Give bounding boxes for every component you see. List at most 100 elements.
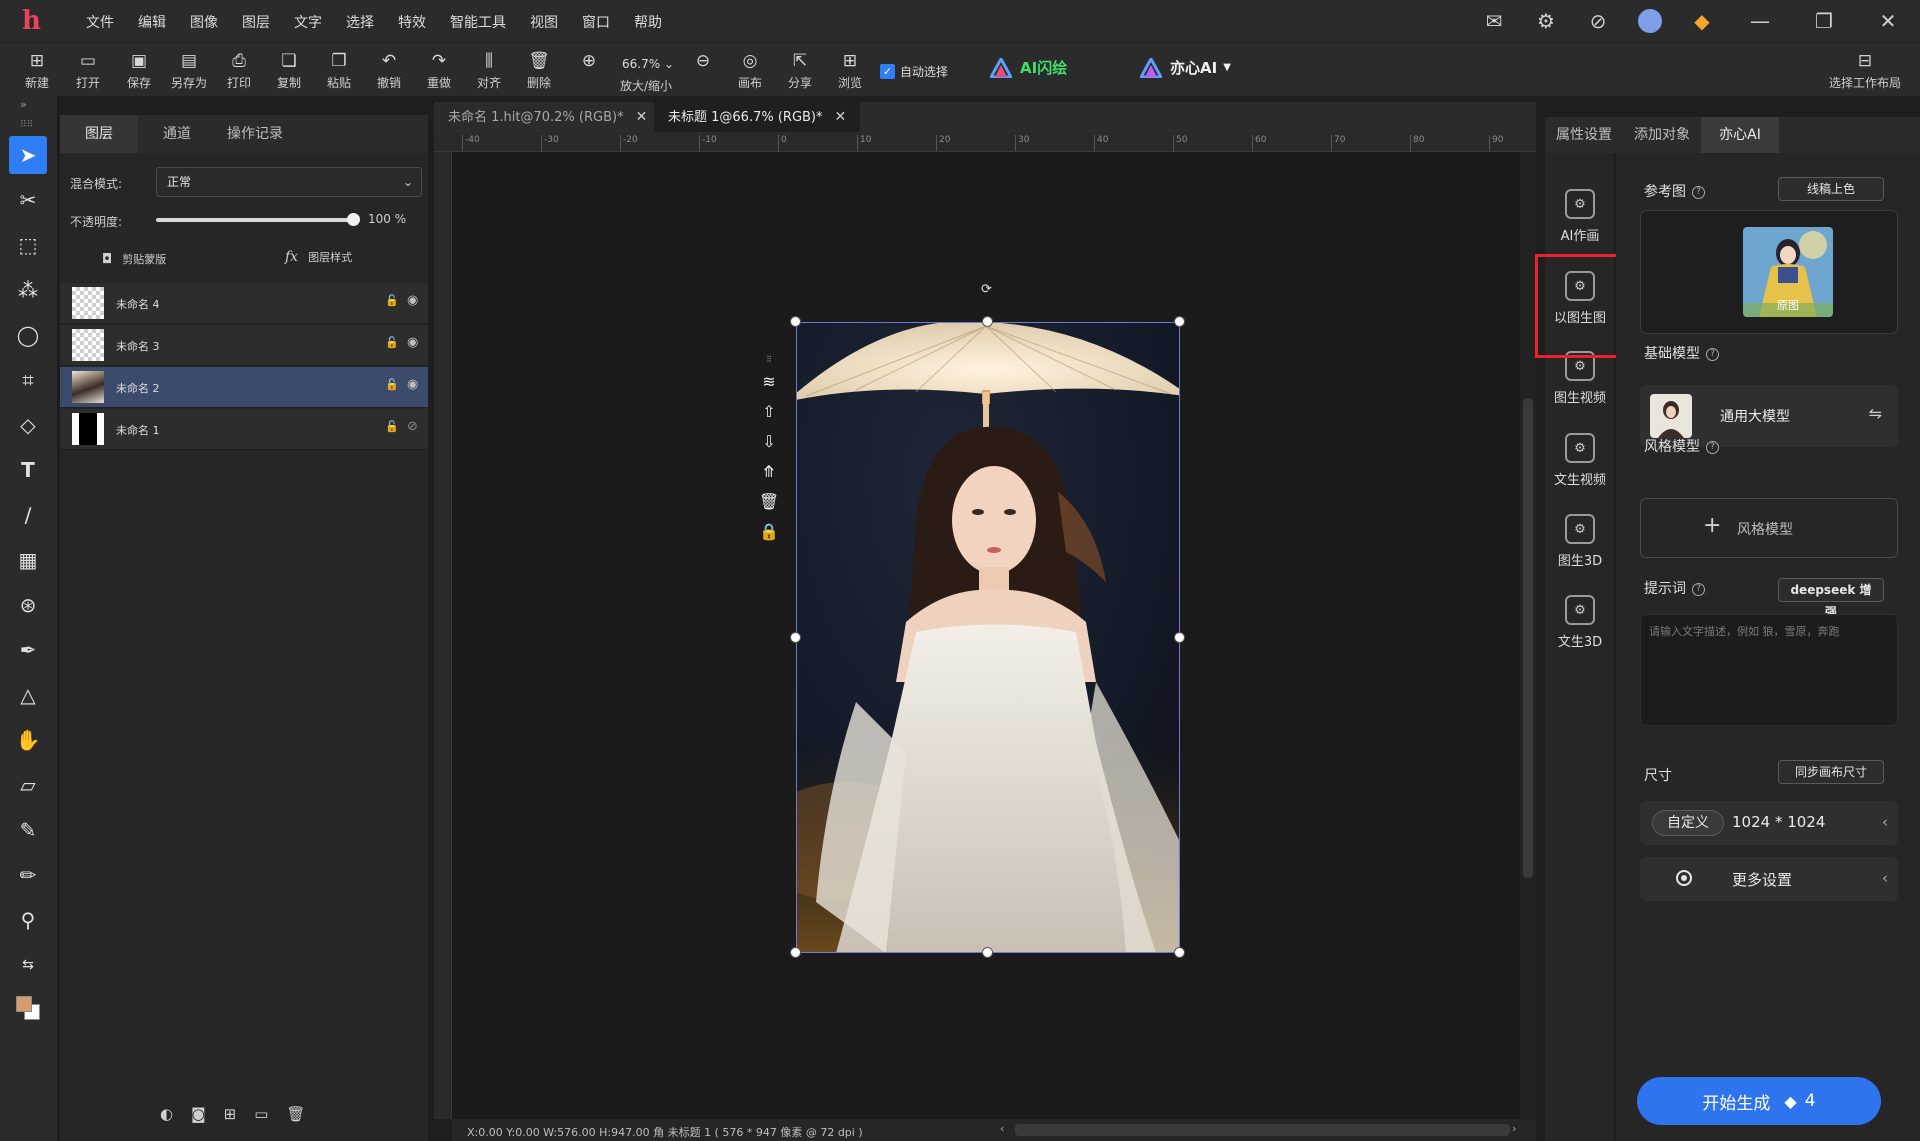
drag-handle-icon[interactable]: ⠿⠿ [20, 120, 33, 130]
print-button[interactable]: ⎙ 打印 [214, 43, 264, 97]
menu-help[interactable]: 帮助 [622, 0, 674, 42]
layer-row-2[interactable]: 未命名 2 🔓 ◉ [60, 367, 428, 408]
crop-tool-icon[interactable]: ⌗ [9, 361, 47, 399]
shape-tool-icon[interactable]: △ [9, 676, 47, 714]
restore-icon[interactable]: ❐ [1792, 0, 1856, 42]
expand-icon[interactable]: » [20, 98, 27, 111]
align-button[interactable]: ⫼ 对齐 [464, 43, 514, 97]
trash-icon[interactable]: 🗑 [286, 1105, 305, 1123]
menu-image[interactable]: 图像 [178, 0, 230, 42]
yixin-ai-dropdown[interactable]: 亦心AI ▼ [1140, 57, 1231, 78]
menu-text[interactable]: 文字 [282, 0, 334, 42]
artboard-tool-icon[interactable]: ✂ [9, 181, 47, 219]
add-style-model-button[interactable]: + 风格模型 [1640, 498, 1898, 558]
ai-painting-button[interactable]: ⚙ AI作画 [1545, 181, 1615, 259]
menu-select[interactable]: 选择 [334, 0, 386, 42]
clip-mask-button[interactable]: ◘ 剪贴蒙版 [102, 251, 166, 267]
size-selector[interactable]: 自定义 1024 * 1024 ‹ [1640, 801, 1898, 845]
menu-file[interactable]: 文件 [74, 0, 126, 42]
vip-gem-icon[interactable]: ◆ [1676, 0, 1728, 42]
new-layer-icon[interactable]: ⊞ [224, 1105, 237, 1123]
fill-tool-icon[interactable]: ◇ [9, 406, 47, 444]
new-button[interactable]: ⊞ 新建 [12, 43, 62, 97]
menu-effects[interactable]: 特效 [386, 0, 438, 42]
healing-tool-icon[interactable]: ✎ [9, 811, 47, 849]
vertical-scrollbar-thumb[interactable] [1523, 398, 1533, 878]
close-tab-icon[interactable]: ✕ [636, 109, 648, 125]
zoom-in-button[interactable]: ⊕ [564, 43, 614, 97]
prompt-input[interactable]: 请输入文字描述，例如 狼，雪原，奔跑 [1640, 614, 1898, 726]
ai-flash-button[interactable]: AI闪绘 [990, 57, 1067, 78]
horizontal-scrollbar-thumb[interactable] [1015, 1124, 1510, 1136]
zoom-value[interactable]: 66.7% ⌄ [622, 57, 674, 71]
pen-tool-icon[interactable]: ✒ [9, 631, 47, 669]
bring-forward-icon[interactable]: ⇧ [762, 396, 775, 426]
lock-icon[interactable]: 🔓 [385, 336, 399, 349]
menu-edit[interactable]: 编辑 [126, 0, 178, 42]
tab-history[interactable]: 操作记录 [216, 115, 294, 153]
rotate-handle-icon[interactable]: ⟳ [981, 282, 992, 297]
visibility-eye-icon[interactable]: ◉ [407, 293, 418, 308]
save-as-button[interactable]: ▤ 另存为 [164, 43, 214, 97]
document-tab[interactable]: 未命名 1.hit@70.2% (RGB)* ✕ [434, 102, 661, 132]
reference-image-card[interactable]: 原图 [1640, 210, 1898, 334]
compass-icon[interactable]: ⊘ [1572, 0, 1624, 42]
text-to-video-button[interactable]: ⚙ 文生视频 [1545, 425, 1615, 503]
transform-handle-l[interactable] [790, 632, 801, 643]
undo-button[interactable]: ↶ 撤销 [364, 43, 414, 97]
pencil-tool-icon[interactable]: ✏ [9, 856, 47, 894]
image-to-3d-button[interactable]: ⚙ 图生3D [1545, 506, 1615, 584]
lock-icon[interactable]: 🔒 [759, 516, 779, 546]
tab-layers[interactable]: 图层 [60, 115, 138, 153]
deepseek-enhance-button[interactable]: deepseek 增强 [1778, 578, 1884, 619]
copy-button[interactable]: ❏ 复制 [264, 43, 314, 97]
drag-handle-icon[interactable]: ⠿ [766, 352, 772, 366]
share-button[interactable]: ⇱ 分享 [775, 43, 825, 97]
zoom-out-button[interactable]: ⊖ [678, 43, 728, 97]
settings-icon[interactable]: ⚙ [1520, 0, 1572, 42]
layers-stack-icon[interactable]: ≋ [762, 366, 775, 396]
eyedropper-tool-icon[interactable]: ⚲ [9, 901, 47, 939]
visibility-eye-icon[interactable]: ◉ [407, 335, 418, 350]
help-icon[interactable]: ? [1692, 582, 1705, 596]
chevron-left-icon[interactable]: ‹ [1882, 813, 1888, 831]
opacity-slider-handle[interactable] [347, 213, 360, 226]
selection-bounding-box[interactable] [796, 322, 1180, 953]
transform-handle-tl[interactable] [790, 316, 801, 327]
visibility-hidden-icon[interactable]: ⊘ [407, 419, 418, 434]
opacity-value[interactable]: 100 % [368, 212, 406, 226]
marquee-tool-icon[interactable]: ⬚ [9, 226, 47, 264]
move-tool-icon[interactable]: ➤ [9, 136, 47, 174]
adjustment-layer-icon[interactable]: ◐ [160, 1105, 173, 1123]
document-tab-active[interactable]: 未标题 1@66.7% (RGB)* ✕ [654, 102, 861, 132]
close-tab-icon[interactable]: ✕ [835, 109, 847, 125]
mail-icon[interactable]: ✉ [1468, 0, 1520, 42]
menu-smart-tools[interactable]: 智能工具 [438, 0, 518, 42]
text-to-3d-button[interactable]: ⚙ 文生3D [1545, 587, 1615, 665]
scroll-right-icon[interactable]: › [1512, 1122, 1516, 1135]
transform-handle-r[interactable] [1174, 632, 1185, 643]
transform-tool-icon[interactable]: ▱ [9, 766, 47, 804]
eraser-tool-icon[interactable]: ▦ [9, 541, 47, 579]
menu-layer[interactable]: 图层 [230, 0, 282, 42]
sync-canvas-size-button[interactable]: 同步画布尺寸 [1778, 760, 1884, 784]
layer-row-1[interactable]: 未命名 1 🔓 ⊘ [60, 409, 428, 450]
line-color-button[interactable]: 线稿上色 [1778, 177, 1884, 201]
transform-handle-t[interactable] [982, 316, 993, 327]
transform-handle-b[interactable] [982, 947, 993, 958]
clone-stamp-tool-icon[interactable]: ⊛ [9, 586, 47, 624]
text-tool-icon[interactable]: T [9, 451, 47, 489]
mask-icon[interactable]: ◙ [191, 1105, 206, 1123]
visibility-eye-icon[interactable]: ◉ [407, 377, 418, 392]
lock-icon[interactable]: 🔓 [385, 420, 399, 433]
layer-row-4[interactable]: 未命名 4 🔓 ◉ [60, 283, 428, 324]
scroll-left-icon[interactable]: ‹ [1000, 1122, 1004, 1135]
swap-icon[interactable]: ⇋ [1869, 404, 1882, 423]
redo-button[interactable]: ↷ 重做 [414, 43, 464, 97]
hand-tool-icon[interactable]: ✋ [9, 721, 47, 759]
open-button[interactable]: ▭ 打开 [63, 43, 113, 97]
folder-icon[interactable]: ▭ [254, 1105, 268, 1123]
help-icon[interactable]: ? [1706, 347, 1719, 361]
magic-wand-tool-icon[interactable]: ⁂ [9, 271, 47, 309]
more-settings-row[interactable]: 更多设置 ‹ [1640, 857, 1898, 901]
